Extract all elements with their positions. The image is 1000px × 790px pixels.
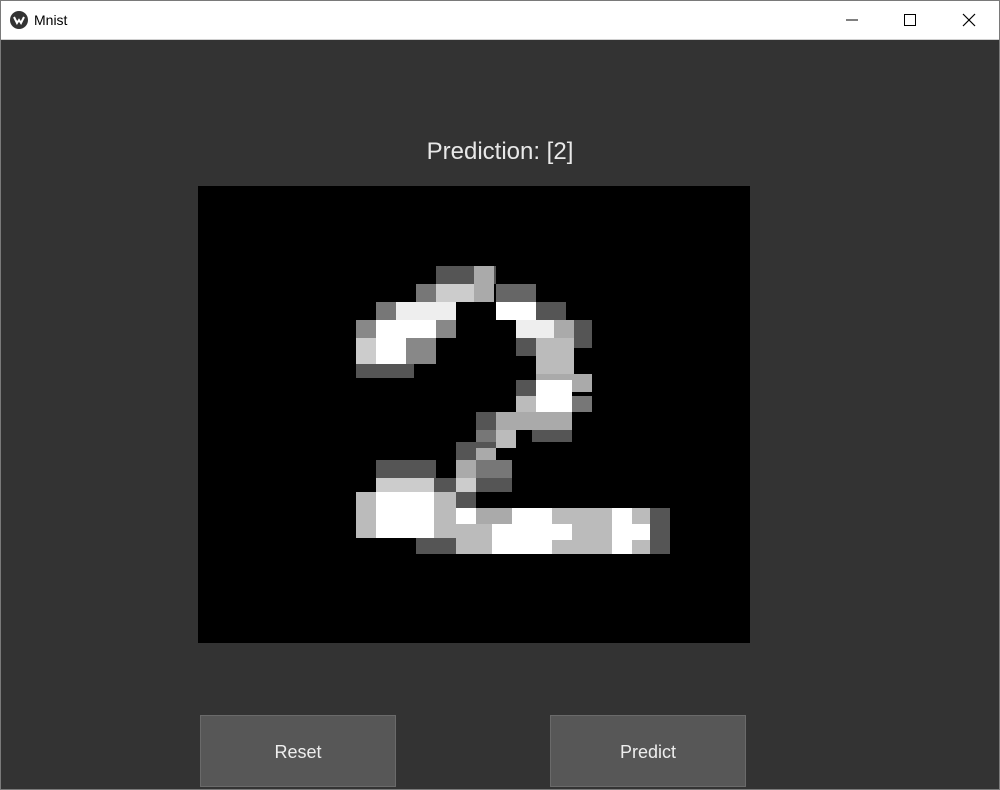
window-title: Mnist — [34, 12, 68, 28]
close-button[interactable] — [940, 1, 998, 39]
maximize-button[interactable] — [881, 1, 939, 39]
prediction-label: Prediction: [2] — [426, 138, 574, 165]
drawing-canvas[interactable] — [198, 186, 750, 643]
predict-button[interactable]: Predict — [550, 715, 746, 787]
kivy-logo-icon — [10, 11, 28, 29]
reset-button[interactable]: Reset — [200, 715, 396, 787]
minimize-button[interactable] — [823, 1, 881, 39]
app-window: Mnist Prediction: [2] Reset Predict — [0, 0, 1000, 790]
title-bar[interactable]: Mnist — [1, 1, 999, 40]
